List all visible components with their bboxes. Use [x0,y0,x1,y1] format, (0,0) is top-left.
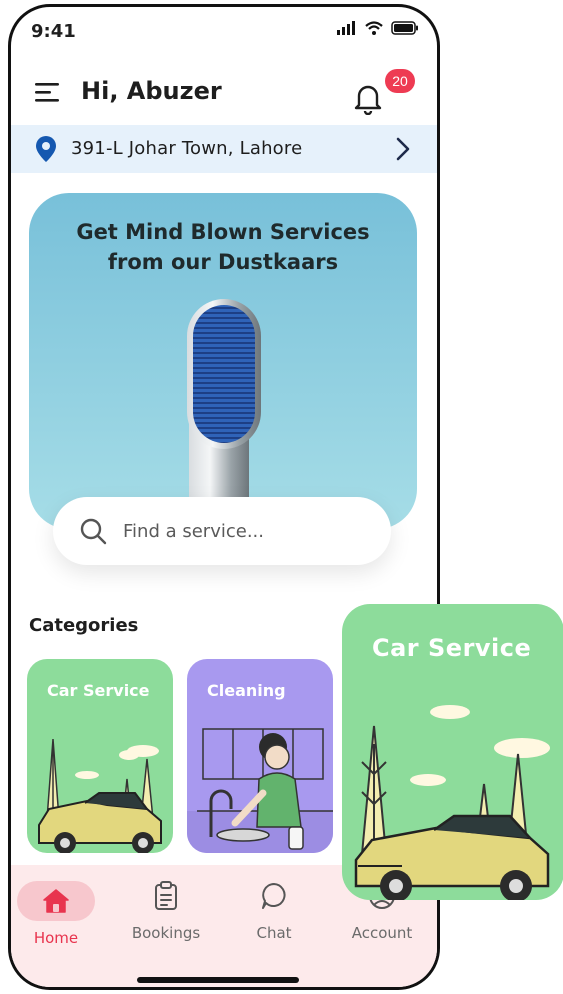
signal-icon [337,21,355,35]
nav-chat[interactable]: Chat [229,881,319,942]
search-bar[interactable] [53,497,391,565]
hero-banner[interactable]: Get Mind Blown Services from our Dustkaa… [29,193,417,529]
categories-heading: Categories [29,615,139,636]
search-input[interactable] [123,515,363,547]
location-selector[interactable]: 391-L Johar Town, Lahore [11,125,437,173]
car-illustration [38,738,162,853]
vacuum-nozzle-illustration [187,299,261,529]
cleaning-illustration [187,728,333,853]
location-address: 391-L Johar Town, Lahore [71,138,303,159]
hero-title: Get Mind Blown Services from our Dustkaa… [29,217,417,277]
bell-icon [354,85,382,115]
nav-home-pill [17,881,95,921]
chat-icon [262,883,286,909]
home-indicator [137,977,299,983]
status-time: 9:41 [31,21,76,42]
notification-badge: 20 [385,69,415,93]
nav-home[interactable]: Home [11,881,101,947]
location-pin-icon [36,136,56,162]
wifi-icon [365,21,383,35]
chevron-right-icon [396,137,410,161]
search-icon [80,518,107,545]
notifications-button[interactable] [353,75,389,115]
battery-icon [391,21,418,35]
status-bar: 9:41 [11,7,437,57]
home-icon [43,889,69,913]
nav-label-account: Account [351,924,413,942]
nav-label-bookings: Bookings [131,924,201,942]
nav-label-home: Home [33,929,79,947]
nav-bookings[interactable]: Bookings [121,881,211,942]
status-icons [337,21,419,35]
floating-car-service-card[interactable]: Car Service [342,604,563,900]
hero-title-line1: Get Mind Blown Services [76,220,370,244]
car-illustration [354,705,550,900]
category-card-car-service[interactable]: Car Service [27,659,173,853]
nav-label-chat: Chat [256,924,292,942]
hero-title-line2: from our Dustkaars [107,250,339,274]
menu-icon[interactable] [35,79,63,105]
clipboard-icon [155,881,177,910]
category-card-cleaning[interactable]: Cleaning [187,659,333,853]
app-header: Hi, Abuzer 20 [11,69,437,119]
greeting-title: Hi, Abuzer [81,77,222,105]
